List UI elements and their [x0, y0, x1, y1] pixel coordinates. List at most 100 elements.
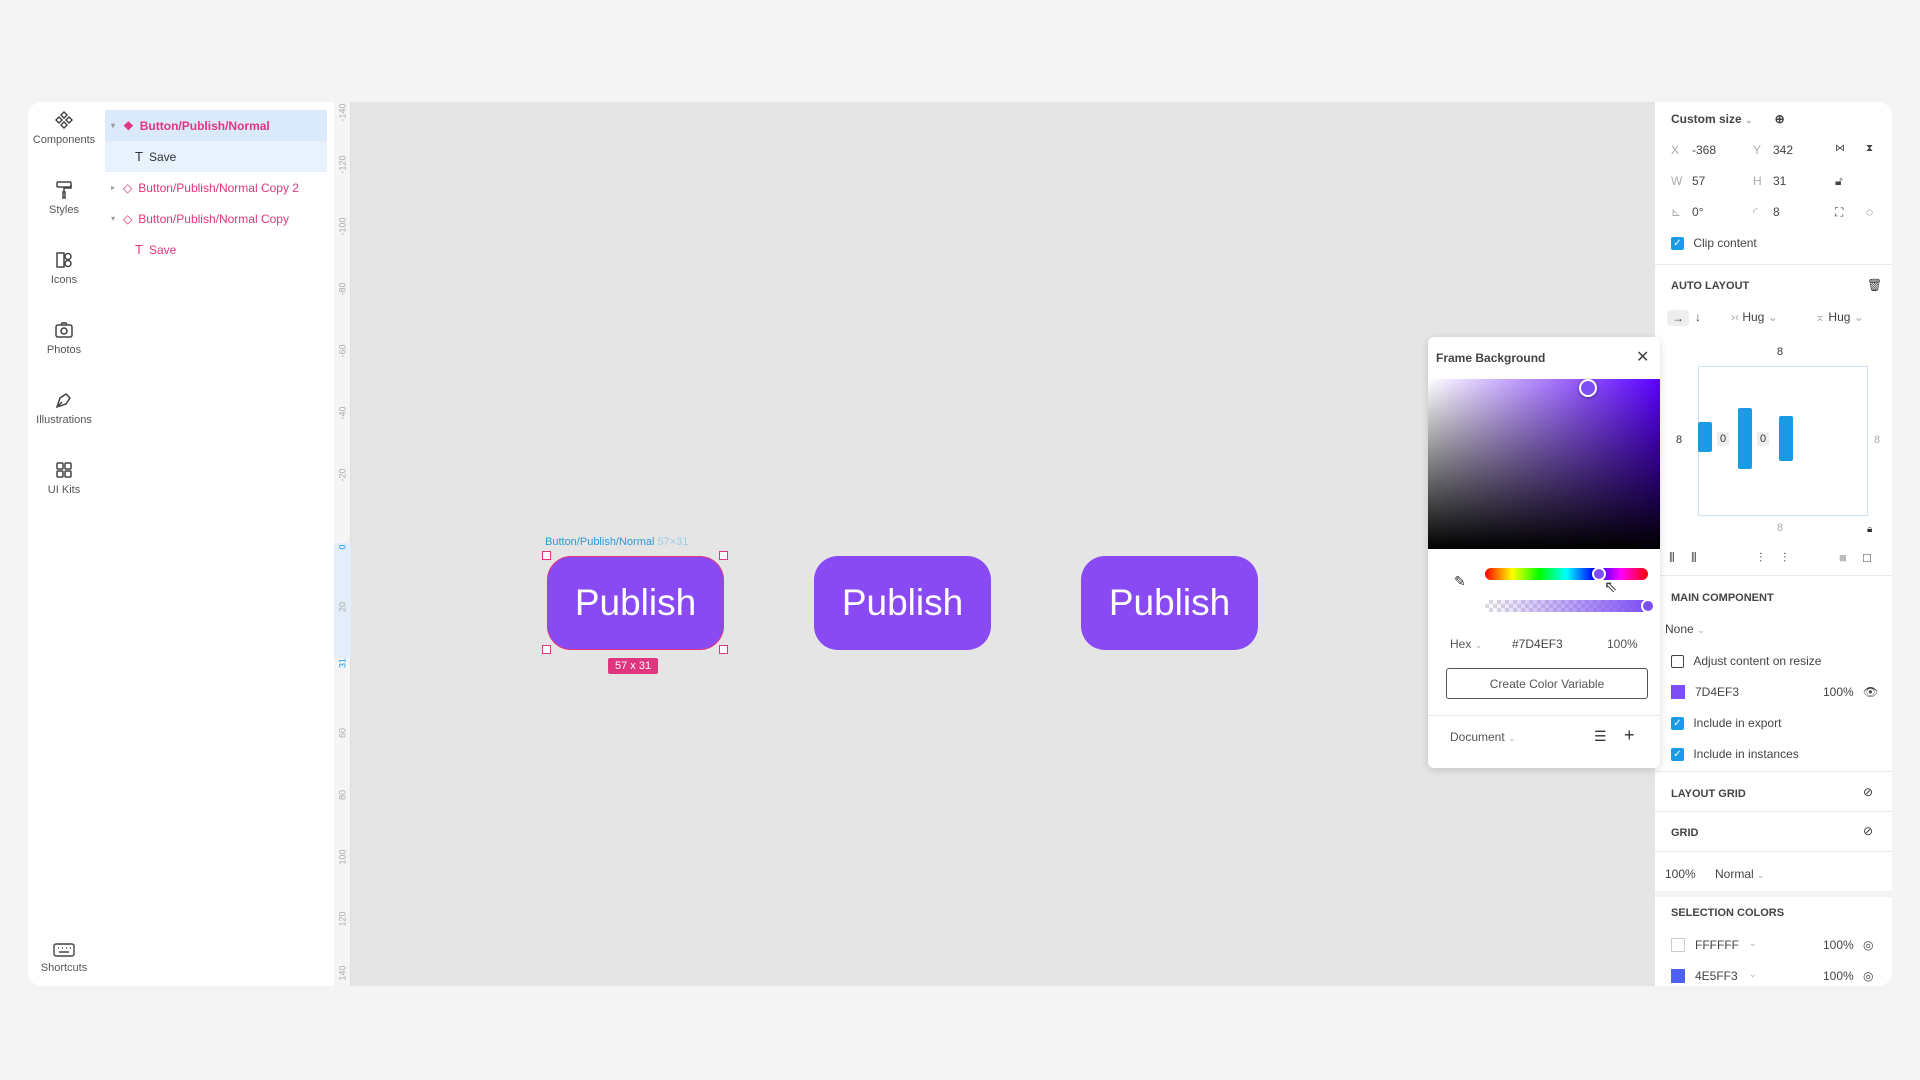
fill-hex[interactable]: 7D4EF3 — [1695, 685, 1739, 699]
resize-handle[interactable] — [542, 551, 551, 560]
hug-height-dropdown[interactable]: ⌅ Hug ⌄ — [1815, 310, 1864, 324]
ruler-label: 80 — [337, 790, 348, 801]
ruler-label: -80 — [337, 282, 348, 296]
auto-layout-header: AUTO LAYOUT — [1671, 280, 1750, 292]
divider — [1655, 575, 1892, 576]
publish-button-copy-2[interactable]: Publish — [814, 556, 991, 650]
eye-icon[interactable]: 👁︎ — [1863, 685, 1878, 699]
layer-item[interactable]: ▸ ◇ Button/Publish/Normal Copy 2 — [105, 172, 327, 203]
color-mode-dropdown[interactable]: Hex ⌄ — [1450, 637, 1482, 651]
layer-item[interactable]: ▾ ◇ Button/Publish/Normal Copy — [105, 203, 327, 234]
instance-icon: ◇ — [123, 180, 133, 195]
sidebar-item-illustrations[interactable]: Illustrations — [28, 390, 100, 426]
eye-off-icon[interactable]: ⊘ — [1863, 785, 1873, 799]
resize-handle[interactable] — [542, 645, 551, 654]
size-badge: 57 x 31 — [608, 658, 659, 674]
stroke-excluded-icon[interactable]: □ — [1863, 550, 1871, 565]
color-swatch[interactable] — [1671, 938, 1685, 952]
plus-icon[interactable]: + — [1624, 725, 1635, 746]
ruler-label: 140 — [337, 965, 348, 981]
direction-horizontal-icon[interactable]: → — [1667, 310, 1689, 326]
alpha-slider[interactable] — [1485, 600, 1648, 612]
clip-content-checkbox[interactable]: ✓ Clip content — [1671, 236, 1892, 251]
distribute-spaced-icon[interactable]: ⦀ — [1691, 550, 1697, 566]
ruler-label: 31 — [337, 658, 348, 669]
ruler-label: 20 — [337, 602, 348, 613]
eyedropper-icon[interactable]: ✎ — [1454, 573, 1466, 590]
select-color-icon[interactable]: ◎ — [1863, 969, 1873, 983]
include-instances-checkbox[interactable]: ✓ Include in instances — [1671, 747, 1892, 762]
list-view-icon[interactable]: ☰ — [1594, 728, 1607, 745]
layer-item[interactable]: T Save — [105, 234, 327, 265]
divider — [1655, 264, 1892, 265]
independent-corners-icon[interactable]: ⛶ — [1835, 205, 1843, 220]
main-component-header: MAIN COMPONENT — [1671, 592, 1774, 604]
distribute-icon[interactable]: ⦀ — [1669, 550, 1675, 566]
resize-handle[interactable] — [719, 645, 728, 654]
sidebar-item-components[interactable]: Components — [28, 110, 100, 146]
library-dropdown[interactable]: Document ⌄ — [1450, 730, 1516, 744]
layer-opacity-input[interactable]: 100% — [1665, 867, 1696, 881]
y-input[interactable]: 342 — [1773, 143, 1793, 157]
create-color-variable-button[interactable]: Create Color Variable — [1446, 668, 1648, 699]
sidebar-item-styles[interactable]: Styles — [28, 180, 100, 216]
ruler-label: 0 — [337, 544, 348, 550]
divider — [1655, 851, 1892, 852]
sidebar-item-ui-kits[interactable]: UI Kits — [28, 460, 100, 496]
x-input[interactable]: -368 — [1692, 143, 1716, 157]
layer-item[interactable]: T Save — [105, 141, 327, 172]
padding-diagram[interactable]: 8 8 8 8 0 0 🔒︎ — [1671, 342, 1880, 535]
layer-item[interactable]: ▾ ❖ Button/Publish/Normal — [105, 110, 327, 141]
eye-off-icon[interactable]: ⊘ — [1863, 824, 1873, 838]
align-bottom-icon[interactable]: ⫶ — [1759, 550, 1762, 566]
publish-button-selected[interactable]: Publish — [547, 556, 724, 650]
resize-handle[interactable] — [719, 551, 728, 560]
opacity-input[interactable]: 100% — [1607, 637, 1638, 651]
flip-vertical-icon[interactable]: ⧗ — [1866, 143, 1873, 154]
rotation-input[interactable]: 0° — [1692, 205, 1703, 219]
width-input[interactable]: 57 — [1692, 174, 1705, 188]
lock-ratio-icon[interactable]: 🔓︎ — [1835, 174, 1843, 189]
alpha-slider-handle[interactable] — [1641, 599, 1655, 613]
component-icon: ❖ — [123, 118, 134, 133]
checkbox-checked-icon: ✓ — [1671, 237, 1684, 251]
adjust-content-checkbox[interactable]: Adjust content on resize — [1671, 654, 1892, 669]
radius-input[interactable]: 8 — [1773, 205, 1780, 219]
layout-grid-header: LAYOUT GRID — [1671, 788, 1746, 800]
saturation-brightness-area[interactable] — [1428, 379, 1660, 549]
keyboard-icon — [53, 943, 75, 957]
divider — [1655, 771, 1892, 772]
select-color-icon[interactable]: ◎ — [1863, 938, 1873, 952]
color-swatch[interactable] — [1671, 969, 1685, 983]
hug-width-dropdown[interactable]: ›‹ Hug ⌄ — [1731, 310, 1778, 324]
color-picker-popover: Frame Background ✕ ✎ Hex ⌄ #7D4EF3 100% … — [1428, 337, 1660, 768]
direction-vertical-icon[interactable]: ↓ — [1695, 310, 1701, 324]
stroke-included-icon[interactable]: ■ — [1839, 550, 1847, 565]
rotation-icon: ⊾ — [1671, 205, 1682, 219]
sidebar-item-photos[interactable]: Photos — [28, 320, 100, 356]
corner-smoothing-icon[interactable]: ◌ — [1866, 205, 1873, 219]
color-handle[interactable] — [1579, 379, 1597, 397]
close-icon[interactable]: ✕ — [1636, 347, 1649, 367]
lock-icon[interactable]: 🔒︎ — [1867, 524, 1872, 535]
frame-add-icon[interactable]: ⊕ — [1775, 112, 1785, 126]
ruler-label: -100 — [337, 217, 348, 236]
selection-label: Button/Publish/Normal 57×31 — [545, 536, 689, 548]
properties-panel: Custom size ⌄ ⊕ X -368 Y 342 ⋈ ⧗ W 57 H 31 🔓︎ … — [1655, 102, 1892, 986]
height-input[interactable]: 31 — [1773, 174, 1786, 188]
size-preset-dropdown[interactable]: Custom size ⌄ ⊕ — [1671, 112, 1892, 126]
include-export-checkbox[interactable]: ✓ Include in export — [1671, 716, 1892, 731]
ruler-label: -20 — [337, 468, 348, 482]
align-baseline-icon[interactable]: ⫶ — [1783, 550, 1786, 566]
instance-icon: ◇ — [123, 211, 133, 226]
sidebar-item-shortcuts[interactable]: Shortcuts — [28, 942, 100, 974]
blend-mode-dropdown[interactable]: Normal ⌄ — [1715, 867, 1765, 881]
trash-icon[interactable]: 🗑︎ — [1867, 278, 1882, 292]
hue-slider[interactable] — [1485, 568, 1648, 580]
main-component-dropdown[interactable]: None ⌄ — [1665, 622, 1892, 636]
hex-input[interactable]: #7D4EF3 — [1512, 637, 1563, 651]
sidebar-item-icons[interactable]: Icons — [28, 250, 100, 286]
flip-horizontal-icon[interactable]: ⋈ — [1835, 143, 1845, 154]
fill-swatch[interactable] — [1671, 685, 1685, 699]
publish-button-copy[interactable]: Publish — [1081, 556, 1258, 650]
